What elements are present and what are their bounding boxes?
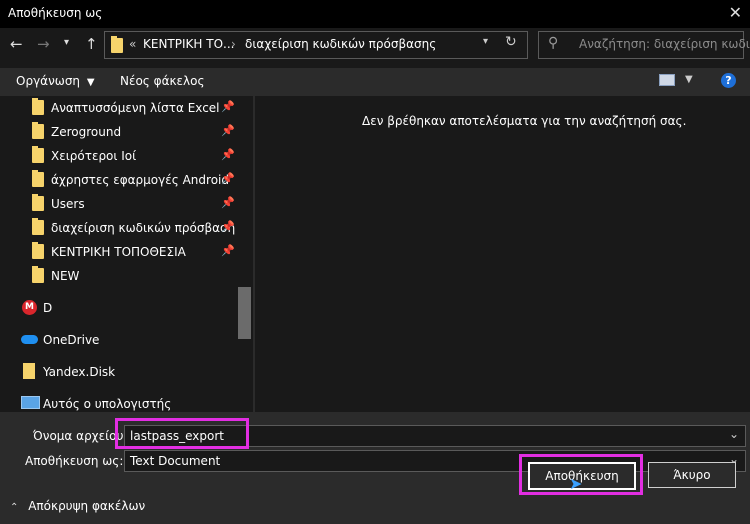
pin-icon: 📌 xyxy=(221,172,235,185)
pin-icon: 📌 xyxy=(221,244,235,257)
help-icon[interactable]: ? xyxy=(721,73,736,88)
sidebar-item-worst-viruses[interactable]: Χειρότεροι Ιοί 📌 xyxy=(0,144,236,168)
sidebar-item-this-pc[interactable]: Αυτός ο υπολογιστής xyxy=(0,392,236,412)
search-box[interactable]: ⚲ Αναζήτηση: διαχείριση κωδι... xyxy=(538,31,750,59)
sidebar-item-password-management[interactable]: διαχείριση κωδικών πρόσβαση 📌 xyxy=(0,216,236,240)
folder-icon xyxy=(111,36,123,53)
sidebar-item-main-location[interactable]: ΚΕΝΤΡΙΚΗ ΤΟΠΟΘΕΣΙΑ 📌 xyxy=(0,240,236,264)
sidebar-item-label: Users xyxy=(51,197,85,211)
breadcrumb-item[interactable]: ΚΕΝΤΡΙΚΗ ΤΟ... xyxy=(143,37,234,51)
savetype-label: Αποθήκευση ως: xyxy=(25,454,124,468)
folder-icon xyxy=(32,266,44,283)
sidebar-item-label: Αυτός ο υπολογιστής xyxy=(43,397,172,411)
sidebar-item-zeroground[interactable]: Zeroground 📌 xyxy=(0,120,236,144)
computer-icon xyxy=(21,396,40,409)
address-bar[interactable]: « ΚΕΝΤΡΙΚΗ ΤΟ... › διαχείριση κωδικών πρ… xyxy=(104,31,528,59)
sidebar-item-label: άχρηστες εφαρμογές Android xyxy=(51,173,229,187)
chevron-down-icon: ▼ xyxy=(86,77,95,88)
filename-highlight-box xyxy=(115,418,249,449)
filename-label: Όνομα αρχείου: xyxy=(33,429,128,443)
cloud-icon xyxy=(21,335,38,344)
sidebar-item-users[interactable]: Users 📌 xyxy=(0,192,236,216)
folder-icon xyxy=(32,122,44,139)
empty-results-message: Δεν βρέθηκαν αποτελέσματα για την αναζήτ… xyxy=(362,114,687,128)
mouse-cursor-icon: ➤ xyxy=(569,474,583,493)
sidebar-item-yandex-disk[interactable]: Yandex.Disk xyxy=(0,360,236,384)
sidebar-item-label: Yandex.Disk xyxy=(43,365,116,379)
view-options-chevron-icon[interactable]: ▼ xyxy=(685,74,693,85)
sidebar-item-label: NEW xyxy=(51,269,80,283)
up-arrow-icon[interactable]: ↑ xyxy=(85,35,98,53)
savetype-value: Text Document xyxy=(130,454,221,468)
navigation-pane: Αναπτυσσόμενη λίστα Excel 📌 Zeroground 📌… xyxy=(0,96,236,412)
chevron-down-icon[interactable]: ⌄ xyxy=(729,427,739,441)
sidebar-item-label: OneDrive xyxy=(43,333,100,347)
pin-icon: 📌 xyxy=(221,196,235,209)
sidebar-item-drive-d[interactable]: M D xyxy=(0,296,236,320)
window-title: Αποθήκευση ως xyxy=(8,6,103,20)
folder-icon xyxy=(32,194,44,211)
folder-icon xyxy=(32,170,44,187)
organize-label: Οργάνωση xyxy=(16,74,81,88)
search-input[interactable]: Αναζήτηση: διαχείριση κωδι... xyxy=(579,37,750,51)
folder-icon xyxy=(32,146,44,163)
breadcrumb-separator-icon: › xyxy=(231,37,236,51)
sidebar-item-label: Zeroground xyxy=(51,125,122,139)
pane-divider[interactable] xyxy=(253,96,255,412)
breadcrumb-overflow-icon[interactable]: « xyxy=(129,37,136,51)
forward-arrow-icon[interactable]: → xyxy=(37,35,50,53)
pin-icon: 📌 xyxy=(221,100,235,113)
recent-locations-chevron-icon[interactable]: ▾ xyxy=(64,37,69,48)
toolbar xyxy=(0,68,750,96)
hide-folders-label: Απόκρυψη φακέλων xyxy=(28,499,146,513)
new-folder-button[interactable]: Νέος φάκελος xyxy=(120,74,205,88)
folder-icon xyxy=(32,218,44,235)
cancel-button[interactable]: Άκυρο xyxy=(648,462,736,488)
sidebar-item-label: Χειρότεροι Ιοί xyxy=(51,149,137,163)
mega-icon: M xyxy=(22,300,37,315)
sidebar-item-label: Αναπτυσσόμενη λίστα Excel xyxy=(51,101,220,115)
hide-folders-toggle[interactable]: ⌃ Απόκρυψη φακέλων xyxy=(10,499,145,513)
sidebar-item-new[interactable]: NEW xyxy=(0,264,236,288)
sidebar-item-excel-list[interactable]: Αναπτυσσόμενη λίστα Excel 📌 xyxy=(0,96,236,120)
pin-icon: 📌 xyxy=(221,148,235,161)
sidebar-scrollbar[interactable] xyxy=(236,96,253,412)
sidebar-item-label: ΚΕΝΤΡΙΚΗ ΤΟΠΟΘΕΣΙΑ xyxy=(51,245,186,259)
search-icon: ⚲ xyxy=(548,35,559,51)
organize-menu[interactable]: Οργάνωση ▼ xyxy=(16,74,95,88)
chevron-up-icon: ⌃ xyxy=(10,502,19,513)
close-icon[interactable]: ✕ xyxy=(729,3,742,22)
address-dropdown-icon[interactable]: ▾ xyxy=(483,36,488,47)
sidebar-item-label: διαχείριση κωδικών πρόσβαση xyxy=(51,221,236,235)
sidebar-scrollbar-thumb[interactable] xyxy=(238,287,251,339)
folder-icon xyxy=(32,98,44,115)
refresh-icon[interactable]: ↻ xyxy=(505,34,517,50)
sidebar-item-onedrive[interactable]: OneDrive xyxy=(0,328,236,352)
folder-icon xyxy=(32,242,44,259)
pin-icon: 📌 xyxy=(221,124,235,137)
title-bar xyxy=(0,0,750,28)
sidebar-item-label: D xyxy=(43,301,53,315)
back-arrow-icon[interactable]: ← xyxy=(10,35,23,53)
sidebar-item-android-apps[interactable]: άχρηστες εφαρμογές Android 📌 xyxy=(0,168,236,192)
pin-icon: 📌 xyxy=(221,220,235,233)
breadcrumb-item-current[interactable]: διαχείριση κωδικών πρόσβασης xyxy=(245,37,436,51)
yandex-disk-icon xyxy=(23,363,35,379)
view-options-icon[interactable] xyxy=(659,74,675,86)
